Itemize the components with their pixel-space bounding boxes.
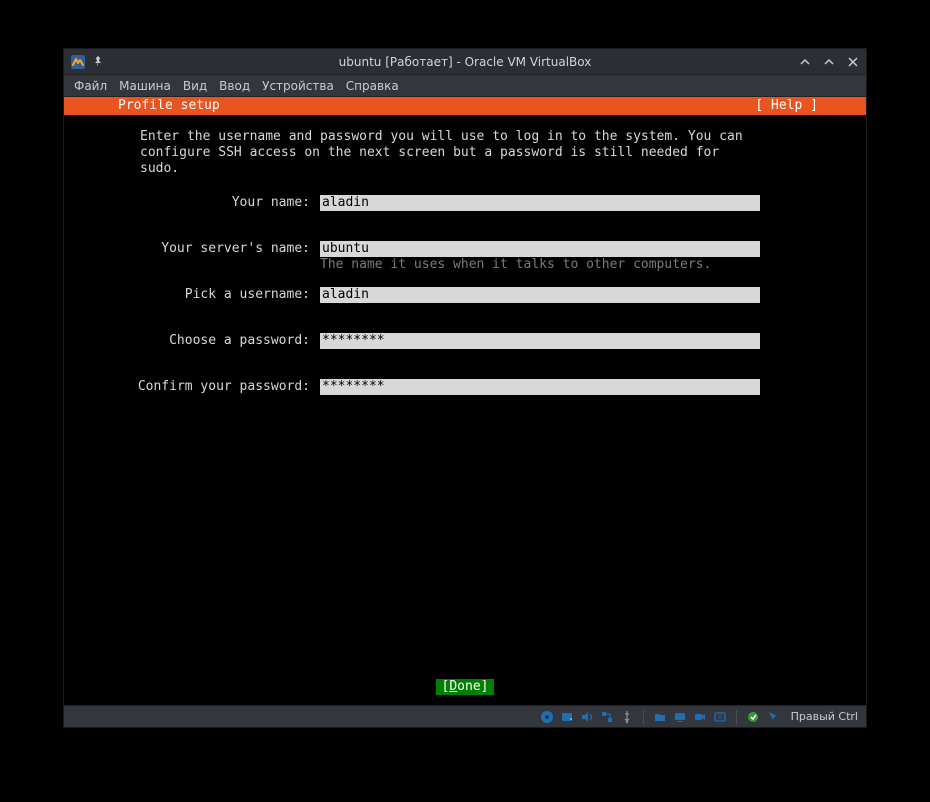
server-name-input[interactable]: ubuntu bbox=[320, 241, 760, 257]
done-bracket-right: ] bbox=[481, 679, 489, 695]
optical-drive-icon[interactable] bbox=[539, 709, 555, 725]
password-input[interactable]: ******** bbox=[320, 333, 760, 349]
guest-display[interactable]: Profile setup [ Help ] Enter the usernam… bbox=[64, 97, 866, 705]
menu-help[interactable]: Справка bbox=[346, 79, 399, 93]
server-name-label: Your server's name: bbox=[64, 241, 320, 257]
usb-icon[interactable] bbox=[619, 709, 635, 725]
hard-disk-icon[interactable] bbox=[559, 709, 575, 725]
confirm-password-label: Confirm your password: bbox=[64, 379, 320, 395]
virtualbox-app-icon bbox=[70, 54, 86, 70]
window-title: ubuntu [Работает] - Oracle VM VirtualBox bbox=[150, 55, 780, 69]
password-label: Choose a password: bbox=[64, 333, 320, 349]
host-key-label: Правый Ctrl bbox=[791, 710, 858, 723]
menu-machine[interactable]: Машина bbox=[119, 79, 171, 93]
close-button[interactable] bbox=[846, 55, 860, 69]
confirm-password-input[interactable]: ******** bbox=[320, 379, 760, 395]
username-input[interactable]: aladin bbox=[320, 287, 760, 303]
installer-intro: Enter the username and password you will… bbox=[64, 115, 764, 177]
maximize-button[interactable] bbox=[822, 55, 836, 69]
network-icon[interactable] bbox=[599, 709, 615, 725]
minimize-button[interactable] bbox=[798, 55, 812, 69]
recording-icon[interactable] bbox=[692, 709, 708, 725]
mouse-integration-icon[interactable] bbox=[765, 709, 781, 725]
server-name-hint: The name it uses when it talks to other … bbox=[320, 257, 760, 273]
menubar: Файл Машина Вид Ввод Устройства Справка bbox=[64, 75, 866, 97]
done-accel: D bbox=[449, 679, 457, 695]
menu-input[interactable]: Ввод bbox=[219, 79, 250, 93]
installer-header: Profile setup [ Help ] bbox=[64, 97, 866, 115]
your-name-label: Your name: bbox=[64, 195, 320, 211]
menu-file[interactable]: Файл bbox=[74, 79, 107, 93]
audio-icon[interactable] bbox=[579, 709, 595, 725]
titlebar: ubuntu [Работает] - Oracle VM VirtualBox bbox=[64, 49, 866, 75]
done-button[interactable]: [ Done ] bbox=[436, 679, 495, 695]
installer-title: Profile setup bbox=[118, 98, 220, 114]
display-icon[interactable] bbox=[672, 709, 688, 725]
pin-icon[interactable] bbox=[92, 55, 106, 69]
menu-devices[interactable]: Устройства bbox=[262, 79, 334, 93]
virtualbox-window: ubuntu [Работает] - Oracle VM VirtualBox… bbox=[63, 48, 867, 728]
statusbar: V Правый Ctrl bbox=[64, 705, 866, 727]
done-rest: one bbox=[457, 679, 480, 695]
your-name-input[interactable]: aladin bbox=[320, 195, 760, 211]
svg-text:V: V bbox=[718, 714, 723, 721]
username-label: Pick a username: bbox=[64, 287, 320, 303]
guest-additions-icon[interactable] bbox=[745, 709, 761, 725]
vrde-icon[interactable]: V bbox=[712, 709, 728, 725]
shared-folders-icon[interactable] bbox=[652, 709, 668, 725]
menu-view[interactable]: Вид bbox=[183, 79, 207, 93]
help-button[interactable]: [ Help ] bbox=[755, 98, 858, 114]
done-bracket-left: [ bbox=[442, 679, 450, 695]
profile-form: Your name: aladin Your server's name: ub… bbox=[64, 177, 866, 395]
